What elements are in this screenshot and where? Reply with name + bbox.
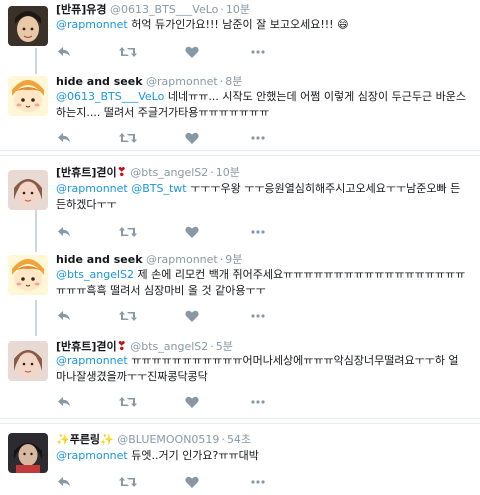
conversation-divider [0, 150, 480, 151]
more-icon[interactable] [250, 224, 266, 240]
tweet-actions [56, 130, 296, 146]
mention-link[interactable]: @bts_angelS2 [56, 268, 134, 281]
avatar[interactable] [8, 6, 48, 46]
tweet-text-content: 듀엣..거기 인가요?ㅠㅠ대박 [131, 449, 259, 462]
tweet-actions [56, 394, 296, 410]
timestamp[interactable]: 10분 [226, 3, 250, 16]
reply-icon[interactable] [56, 308, 72, 324]
tweet-header: ✨푸른링✨ @BLUEMOON0519 · 54초 [56, 433, 251, 447]
username[interactable]: @bts_angelS2 [130, 340, 208, 353]
timestamp[interactable]: 9분 [225, 253, 242, 266]
timestamp[interactable]: 5분 [216, 340, 233, 353]
avatar[interactable] [8, 433, 48, 473]
avatar[interactable] [8, 170, 48, 210]
avatar[interactable] [8, 76, 48, 116]
tweet[interactable]: [반휴트]겯이❣ @bts_angelS2 · 10분 @rapmonnet @BT… [0, 162, 480, 246]
retweet-icon[interactable] [118, 394, 138, 410]
display-name[interactable]: ✨푸른링✨ [56, 433, 114, 446]
more-icon[interactable] [250, 44, 266, 60]
retweet-icon[interactable] [118, 130, 138, 146]
conversation-divider [0, 418, 480, 419]
more-icon[interactable] [250, 394, 266, 410]
tweet-text: @rapmonnet ㅠㅠㅠㅠㅠㅠㅠㅠㅠㅠㅠ어머나세상에ㅠㅠㅠ악심장너무떨려요ㅜ… [56, 353, 466, 385]
tweet[interactable]: [반휴트]겯이❣ @bts_angelS2 · 5분 @rapmonnet ㅠㅠㅠㅠ… [0, 336, 480, 416]
reply-icon[interactable] [56, 224, 72, 240]
username[interactable]: @BLUEMOON0519 [117, 433, 219, 446]
heart-exclamation-emoji: ❣ [116, 165, 127, 179]
tweet[interactable]: hide and seek @rapmonnet · 9분 @bts_angelS2… [0, 250, 480, 330]
like-icon[interactable] [184, 130, 200, 146]
tweet-actions [56, 44, 296, 60]
more-icon[interactable] [250, 130, 266, 146]
tweet-header: [반휴트]겯이❣ @bts_angelS2 · 10분 [56, 165, 240, 180]
tweet-text: @0613_BTS___VeLo 네네ㅠㅠ... 시작도 안했는데 어쩜 이렇게… [56, 89, 466, 121]
tweet-header: [반휴트]겯이❣ @bts_angelS2 · 5분 [56, 339, 233, 354]
separator-dot: · [219, 75, 224, 88]
mention-link[interactable]: @rapmonnet [56, 18, 128, 31]
retweet-icon[interactable] [118, 44, 138, 60]
mention-link[interactable]: @rapmonnet [56, 354, 128, 367]
retweet-icon[interactable] [118, 224, 138, 240]
grinning-emoji: 😄 [337, 18, 349, 31]
separator-dot: · [210, 340, 214, 353]
mention-link[interactable]: @rapmonnet @BTS_twt [56, 182, 187, 195]
tweet-text: @rapmonnet @BTS_twt ㅜㅜㅜ우왕 ㅜㅜ응원열심히해주시고오세요… [56, 181, 466, 213]
tweet-text-content: 허억 듀가인가요!!! 남준이 잘 보고오세요!!! [131, 18, 334, 31]
like-icon[interactable] [184, 224, 200, 240]
separator-dot: · [210, 166, 214, 179]
conversation-divider [0, 155, 480, 156]
tweet[interactable]: ✨푸른링✨ @BLUEMOON0519 · 54초 @rapmonnet 듀엣..거… [0, 428, 480, 495]
username[interactable]: @bts_angelS2 [130, 166, 208, 179]
more-icon[interactable] [250, 308, 266, 324]
tweet[interactable]: hide and seek @rapmonnet · 8분 @0613_BTS___… [0, 72, 480, 150]
tweet-text: @rapmonnet 허억 듀가인가요!!! 남준이 잘 보고오세요!!! 😄 [56, 17, 466, 33]
separator-dot: · [221, 433, 225, 446]
display-name[interactable]: [반휴트]겯이 [56, 340, 117, 353]
display-name[interactable]: hide and seek [56, 253, 143, 266]
like-icon[interactable] [184, 308, 200, 324]
reply-icon[interactable] [56, 130, 72, 146]
tweet-actions [56, 474, 296, 490]
display-name[interactable]: [반퓨]유경 [56, 3, 107, 16]
timestamp[interactable]: 8분 [225, 75, 242, 88]
tweet[interactable]: [반퓨]유경 @0613_BTS___VeLo · 10분 @rapmonnet 허… [0, 0, 480, 66]
avatar[interactable] [8, 341, 48, 381]
like-icon[interactable] [184, 44, 200, 60]
tweet-header: hide and seek @rapmonnet · 9분 [56, 253, 242, 267]
avatar[interactable] [8, 255, 48, 295]
tweet-header: hide and seek @rapmonnet · 8분 [56, 75, 242, 89]
more-icon[interactable] [250, 474, 266, 490]
like-icon[interactable] [184, 394, 200, 410]
heart-exclamation-emoji: ❣ [116, 339, 127, 353]
mention-link[interactable]: @0613_BTS___VeLo [56, 90, 164, 103]
username[interactable]: @0613_BTS___VeLo [110, 3, 218, 16]
username[interactable]: @rapmonnet [146, 75, 218, 88]
retweet-icon[interactable] [118, 308, 138, 324]
timestamp[interactable]: 10분 [216, 166, 240, 179]
like-icon[interactable] [184, 474, 200, 490]
tweet-actions [56, 224, 296, 240]
username[interactable]: @rapmonnet [146, 253, 218, 266]
tweet-actions [56, 308, 296, 324]
reply-icon[interactable] [56, 474, 72, 490]
tweet-text: @rapmonnet 듀엣..거기 인가요?ㅠㅠ대박 [56, 448, 466, 464]
tweet-header: [반퓨]유경 @0613_BTS___VeLo · 10분 [56, 3, 250, 17]
mention-link[interactable]: @rapmonnet [56, 449, 128, 462]
timestamp[interactable]: 54초 [227, 433, 251, 446]
tweet-text: @bts_angelS2 제 손에 리모컨 백개 쥐어주세요ㅠㅠㅠㅠㅠㅠㅠㅠㅠㅠ… [56, 267, 466, 299]
separator-dot: · [219, 253, 224, 266]
display-name[interactable]: hide and seek [56, 75, 143, 88]
timeline: [반퓨]유경 @0613_BTS___VeLo · 10분 @rapmonnet 허… [0, 0, 480, 495]
reply-icon[interactable] [56, 394, 72, 410]
display-name[interactable]: [반휴트]겯이 [56, 166, 117, 179]
separator-dot: · [220, 3, 224, 16]
reply-icon[interactable] [56, 44, 72, 60]
conversation-divider [0, 423, 480, 424]
retweet-icon[interactable] [118, 474, 138, 490]
